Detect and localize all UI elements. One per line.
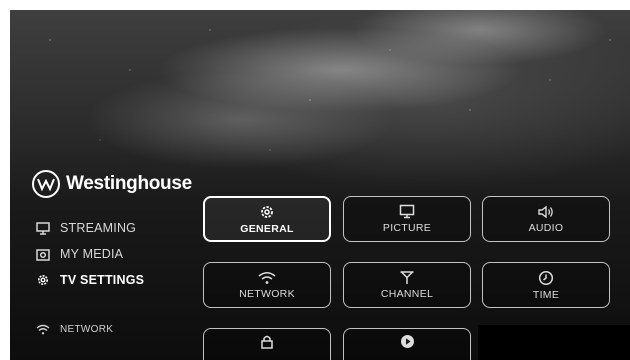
monitor-icon: [36, 221, 50, 235]
lock-icon: [260, 334, 274, 349]
monitor-icon: [399, 204, 415, 219]
tile-label: PICTURE: [382, 222, 432, 235]
tv-home-screen: Westinghouse STREAMING MY MEDIA TV SETTI…: [10, 10, 630, 360]
sidebar-item-label: MY MEDIA: [60, 247, 124, 261]
sidebar-item-streaming[interactable]: STREAMING: [36, 215, 206, 241]
tile-label: AUDIO: [528, 221, 564, 234]
tile-label: TIME: [532, 288, 560, 301]
tile-label: GENERAL: [240, 222, 294, 235]
speaker-icon: [537, 205, 555, 219]
tile-lock[interactable]: [203, 328, 331, 360]
tile-media-player[interactable]: [343, 328, 471, 360]
sidebar-item-label: STREAMING: [60, 221, 137, 235]
network-status[interactable]: NETWORK: [36, 324, 113, 335]
westinghouse-logo-icon: [32, 170, 60, 198]
network-status-label: NETWORK: [60, 324, 114, 335]
tile-audio[interactable]: AUDIO: [482, 196, 610, 242]
tile-channel[interactable]: CHANNEL: [343, 262, 471, 308]
wifi-icon: [258, 271, 276, 285]
sidebar-item-tv-settings[interactable]: TV SETTINGS: [36, 267, 206, 293]
brand-logo: Westinghouse: [32, 170, 192, 198]
tile-time[interactable]: TIME: [482, 262, 610, 308]
sidebar-item-label: TV SETTINGS: [60, 273, 145, 287]
galaxy-background: [10, 10, 630, 180]
cropped-area: [478, 325, 630, 360]
gear-icon: [36, 273, 50, 287]
brand-name: Westinghouse: [66, 173, 192, 194]
play-circle-icon: [400, 334, 415, 349]
sidebar-item-my-media[interactable]: MY MEDIA: [36, 241, 206, 267]
camera-icon: [36, 248, 50, 261]
tile-label: NETWORK: [239, 287, 295, 300]
wifi-icon: [36, 324, 50, 335]
tile-label: CHANNEL: [380, 288, 434, 301]
sidebar: STREAMING MY MEDIA TV SETTINGS: [36, 215, 206, 293]
tile-picture[interactable]: PICTURE: [343, 196, 471, 242]
tile-network[interactable]: NETWORK: [203, 262, 331, 308]
tile-general[interactable]: GENERAL: [203, 196, 331, 242]
gear-icon: [259, 204, 275, 220]
clock-icon: [538, 270, 554, 286]
antenna-icon: [399, 270, 415, 285]
